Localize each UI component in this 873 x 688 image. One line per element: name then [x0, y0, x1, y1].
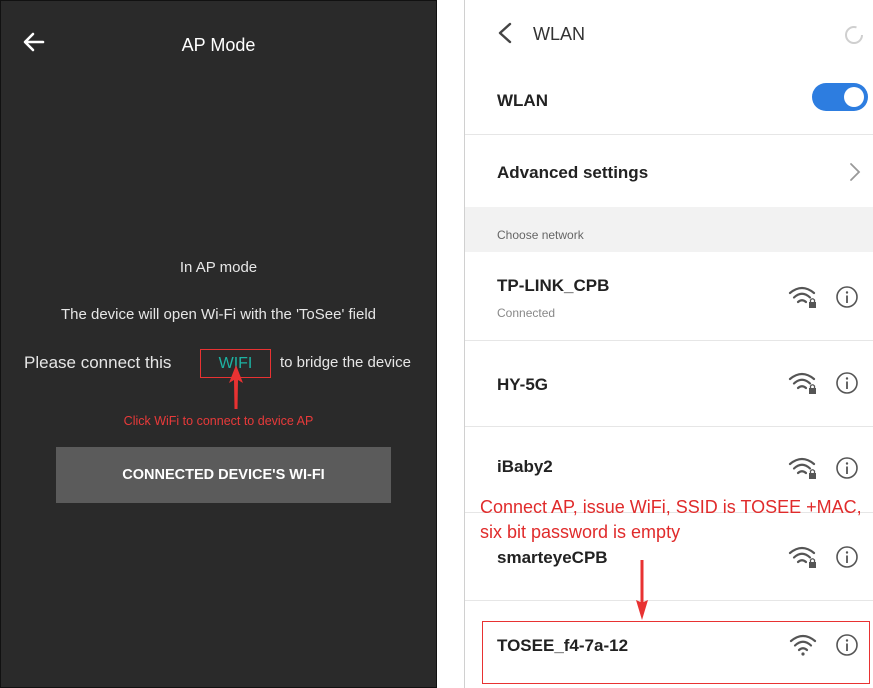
toggle-knob — [844, 87, 864, 107]
connect-instruction-suffix: to bridge the device — [280, 354, 411, 371]
wifi-lock-icon — [788, 546, 816, 568]
network-ssid: HY-5G — [497, 375, 549, 394]
connect-instruction: Please connect this WIFI to bridge the d… — [1, 349, 436, 379]
wifi-lock-icon — [788, 286, 816, 308]
section-label: Choose network — [497, 228, 584, 242]
ap-mode-status-text: In AP mode — [179, 259, 258, 276]
wlan-settings-screen: WLAN WLAN Advanced settings Choose netwo… — [464, 0, 873, 688]
info-icon[interactable] — [835, 545, 859, 569]
ap-mode-screen: AP Mode In AP mode The device will open … — [0, 0, 437, 688]
wlan-header-title: WLAN — [533, 24, 586, 44]
network-ssid: smarteyeCPB — [497, 548, 608, 567]
info-icon[interactable] — [835, 371, 859, 395]
annotation-arrow-up — [229, 365, 243, 409]
advanced-settings-row[interactable]: Advanced settings — [465, 135, 873, 208]
info-icon[interactable] — [835, 456, 859, 480]
loading-spinner-icon — [845, 26, 863, 44]
chevron-left-icon[interactable] — [497, 22, 513, 44]
ap-mode-description: The device will open Wi-Fi with the 'ToS… — [60, 306, 377, 323]
annotation-arrow-down — [636, 560, 648, 620]
info-icon[interactable] — [835, 285, 859, 309]
highlight-box-tosee — [482, 621, 870, 684]
chevron-right-icon — [850, 163, 861, 181]
choose-network-section: Choose network — [465, 207, 873, 252]
wlan-toggle-switch[interactable] — [812, 83, 868, 111]
network-ssid: TP-LINK_CPB — [497, 276, 610, 295]
connect-instruction-prefix: Please connect this — [24, 353, 172, 372]
wifi-lock-icon — [788, 457, 816, 479]
wlan-header: WLAN — [465, 0, 873, 64]
network-status: Connected — [497, 306, 556, 320]
network-ssid: iBaby2 — [497, 457, 553, 476]
connected-device-wifi-button[interactable]: CONNECTED DEVICE'S WI-FI — [56, 447, 391, 503]
annotation-hint: Click WiFi to connect to device AP — [123, 414, 314, 428]
advanced-settings-label: Advanced settings — [497, 163, 649, 182]
wlan-toggle-label: WLAN — [497, 91, 548, 110]
page-title: AP Mode — [181, 35, 256, 55]
annotation-text: Connect AP, issue WiFi, SSID is TOSEE +M… — [480, 497, 862, 542]
wifi-lock-icon — [788, 372, 816, 394]
